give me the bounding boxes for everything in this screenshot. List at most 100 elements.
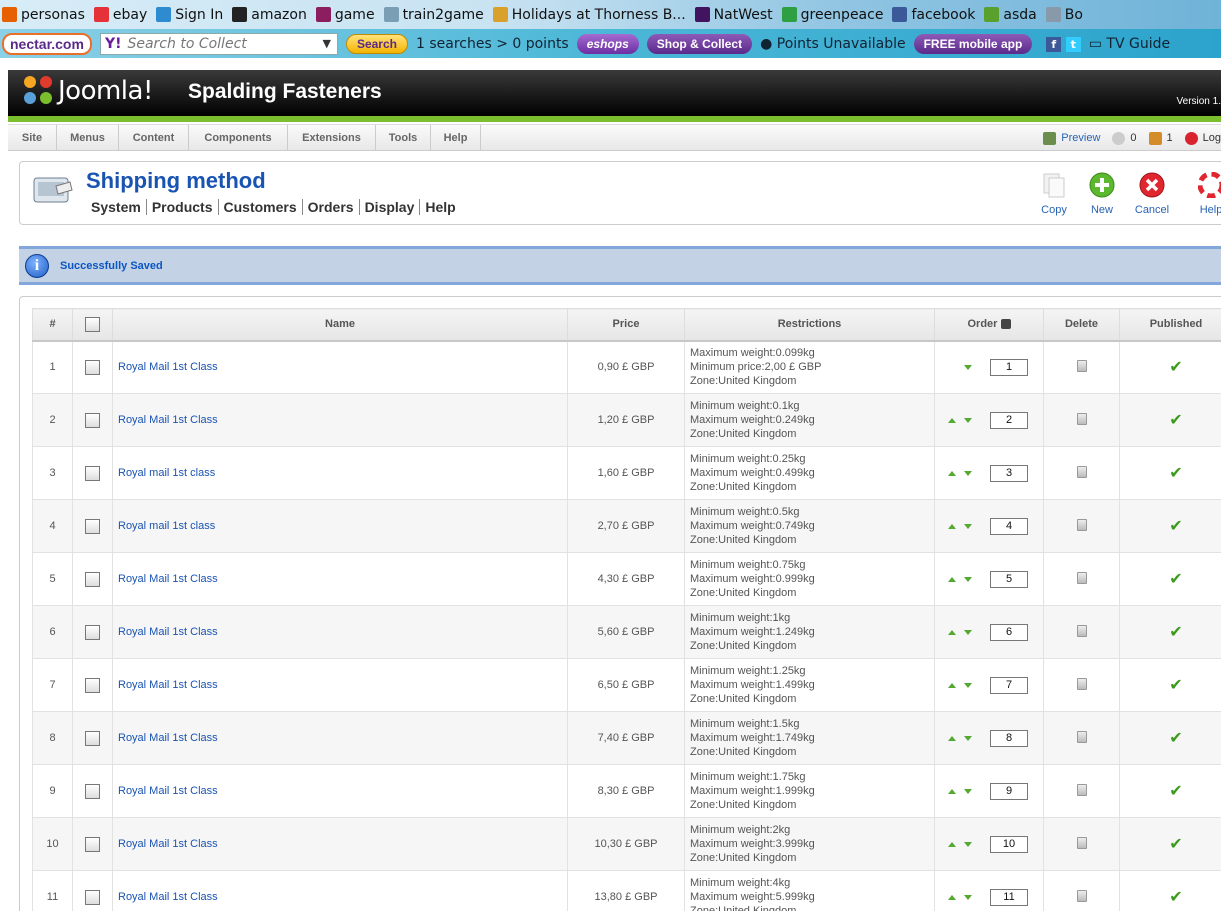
trash-icon[interactable]	[1076, 783, 1087, 796]
bookmark-facebook[interactable]: facebook	[892, 7, 975, 23]
move-up-icon[interactable]	[948, 523, 956, 529]
shop-collect-button[interactable]: Shop & Collect	[646, 33, 753, 54]
move-down-icon[interactable]	[964, 470, 972, 476]
menu-components[interactable]: Components	[189, 125, 288, 151]
menu-content[interactable]: Content	[119, 125, 189, 151]
row-name-link[interactable]: Royal mail 1st class	[113, 467, 215, 479]
row-name-link[interactable]: Royal Mail 1st Class	[113, 626, 218, 638]
row-checkbox[interactable]	[85, 518, 100, 534]
move-down-icon[interactable]	[964, 682, 972, 688]
row-checkbox[interactable]	[85, 730, 100, 746]
row-checkbox[interactable]	[85, 836, 100, 852]
published-check-icon[interactable]: ✔	[1169, 571, 1182, 588]
bookmark-windows[interactable]: Sign In	[156, 7, 223, 23]
bookmark-firefox[interactable]: personas	[2, 7, 85, 23]
published-check-icon[interactable]: ✔	[1169, 783, 1182, 800]
move-down-icon[interactable]	[964, 788, 972, 794]
check-all-checkbox[interactable]	[85, 316, 100, 332]
row-name-link[interactable]: Royal mail 1st class	[113, 520, 215, 532]
row-checkbox-cell[interactable]	[72, 499, 113, 553]
order-input[interactable]: 7	[990, 676, 1028, 694]
submenu-system[interactable]: System	[86, 199, 146, 215]
chevron-down-icon[interactable]: ▼	[322, 37, 330, 50]
trash-icon[interactable]	[1076, 412, 1087, 425]
trash-icon[interactable]	[1076, 359, 1087, 372]
search-button[interactable]: Search	[345, 33, 408, 54]
move-up-icon[interactable]	[948, 417, 956, 423]
row-checkbox[interactable]	[85, 571, 100, 587]
header-published[interactable]: Published	[1119, 308, 1221, 342]
move-down-icon[interactable]	[964, 364, 972, 370]
move-up-icon[interactable]	[948, 576, 956, 582]
row-checkbox-cell[interactable]	[72, 552, 113, 606]
row-name-link[interactable]: Royal Mail 1st Class	[113, 361, 218, 373]
order-input[interactable]: 3	[990, 464, 1028, 482]
order-input[interactable]: 9	[990, 782, 1028, 800]
order-input[interactable]: 4	[990, 517, 1028, 535]
row-checkbox-cell[interactable]	[72, 764, 113, 818]
row-name-link[interactable]: Royal Mail 1st Class	[113, 891, 218, 903]
nectar-logo-button[interactable]: nectar.com	[2, 32, 92, 55]
trash-icon[interactable]	[1076, 836, 1087, 849]
move-up-icon[interactable]	[948, 841, 956, 847]
published-check-icon[interactable]: ✔	[1169, 518, 1182, 535]
row-checkbox[interactable]	[85, 889, 100, 905]
row-name-link[interactable]: Royal Mail 1st Class	[113, 573, 218, 585]
bookmark-asda[interactable]: asda	[984, 7, 1037, 23]
logout-link[interactable]: Log	[1184, 131, 1221, 145]
published-check-icon[interactable]: ✔	[1169, 412, 1182, 429]
row-name-link[interactable]: Royal Mail 1st Class	[113, 838, 218, 850]
bookmark-gamepad[interactable]: train2game	[383, 7, 484, 23]
move-down-icon[interactable]	[964, 841, 972, 847]
save-order-icon[interactable]	[1000, 319, 1011, 330]
order-input[interactable]: 5	[990, 570, 1028, 588]
move-down-icon[interactable]	[964, 894, 972, 900]
row-checkbox[interactable]	[85, 359, 100, 375]
facebook-icon[interactable]: f	[1046, 36, 1062, 52]
messages-count[interactable]: 0	[1112, 131, 1137, 145]
move-down-icon[interactable]	[964, 417, 972, 423]
submenu-display[interactable]: Display	[358, 199, 420, 215]
row-checkbox[interactable]	[85, 677, 100, 693]
row-checkbox-cell[interactable]	[72, 870, 113, 911]
free-mobile-app-button[interactable]: FREE mobile app	[913, 33, 1033, 54]
help-button[interactable]: Help	[1188, 172, 1221, 216]
move-down-icon[interactable]	[964, 735, 972, 741]
trash-icon[interactable]	[1076, 624, 1087, 637]
trash-icon[interactable]	[1076, 889, 1087, 902]
row-checkbox-cell[interactable]	[72, 393, 113, 447]
move-down-icon[interactable]	[964, 629, 972, 635]
bookmark-bookmark-folder[interactable]: Bo	[1045, 7, 1083, 23]
header-checkall[interactable]	[72, 308, 113, 342]
search-to-collect-input[interactable]: Y! Search to Collect ▼	[99, 32, 338, 55]
trash-icon[interactable]	[1076, 465, 1087, 478]
row-name-link[interactable]: Royal Mail 1st Class	[113, 414, 218, 426]
menu-extensions[interactable]: Extensions	[288, 125, 376, 151]
row-name-link[interactable]: Royal Mail 1st Class	[113, 785, 218, 797]
move-up-icon[interactable]	[948, 788, 956, 794]
bookmark-amazon[interactable]: amazon	[232, 7, 307, 23]
submenu-products[interactable]: Products	[145, 199, 218, 215]
row-checkbox[interactable]	[85, 465, 100, 481]
new-button[interactable]: New	[1079, 172, 1125, 216]
submenu-customers[interactable]: Customers	[217, 199, 302, 215]
twitter-icon[interactable]: t	[1065, 36, 1081, 52]
order-input[interactable]: 11	[990, 888, 1028, 906]
move-up-icon[interactable]	[948, 682, 956, 688]
bookmark-greenpeace[interactable]: greenpeace	[781, 7, 883, 23]
published-check-icon[interactable]: ✔	[1169, 359, 1182, 376]
copy-button[interactable]: Copy	[1031, 172, 1077, 216]
move-up-icon[interactable]	[948, 470, 956, 476]
trash-icon[interactable]	[1076, 730, 1087, 743]
move-down-icon[interactable]	[964, 523, 972, 529]
eshops-button[interactable]: eshops	[576, 33, 639, 54]
order-input[interactable]: 1	[990, 358, 1028, 376]
bookmark-holiday[interactable]: Holidays at Thorness B...	[492, 7, 686, 23]
row-checkbox-cell[interactable]	[72, 658, 113, 712]
row-checkbox[interactable]	[85, 624, 100, 640]
menu-menus[interactable]: Menus	[57, 125, 119, 151]
move-up-icon[interactable]	[948, 894, 956, 900]
published-check-icon[interactable]: ✔	[1169, 836, 1182, 853]
menu-help[interactable]: Help	[431, 125, 481, 151]
row-name-link[interactable]: Royal Mail 1st Class	[113, 732, 218, 744]
